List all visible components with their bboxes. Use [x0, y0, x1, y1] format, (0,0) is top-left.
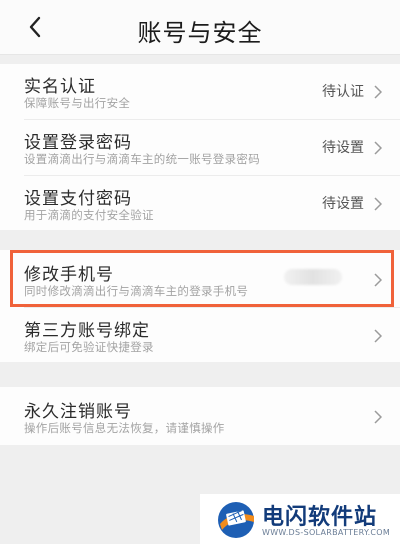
- highlight-box: [10, 250, 394, 307]
- row-payment-password[interactable]: 设置支付密码 用于滴滴的支付安全验证 待设置: [0, 176, 400, 232]
- row-subtitle: 绑定后可免验证快捷登录: [24, 340, 154, 354]
- row-real-name-auth[interactable]: 实名认证 保障账号与出行安全 待认证: [0, 64, 400, 120]
- row-status: 待认证: [322, 84, 364, 100]
- row-status: 待设置: [322, 140, 364, 156]
- verification-group: 实名认证 保障账号与出行安全 待认证 设置登录密码 设置滴滴出行与滴滴车主的统一…: [0, 64, 400, 230]
- row-status: 待设置: [322, 196, 364, 212]
- row-subtitle: 操作后账号信息无法恢复，请谨慎操作: [24, 421, 225, 435]
- row-title: 设置支付密码: [24, 189, 132, 209]
- chevron-right-icon: [374, 141, 382, 155]
- row-title: 实名认证: [24, 77, 96, 97]
- chevron-right-icon: [374, 410, 382, 424]
- watermark-url: WWW.DS-SOLARBATTERY.COM: [262, 528, 391, 537]
- nav-header: 账号与安全: [0, 0, 400, 55]
- row-login-password[interactable]: 设置登录密码 设置滴滴出行与滴滴车主的统一账号登录密码 待设置: [0, 120, 400, 176]
- watermark: 电闪软件站 WWW.DS-SOLARBATTERY.COM: [200, 494, 400, 544]
- chevron-right-icon: [374, 329, 382, 343]
- row-title: 永久注销账号: [24, 402, 132, 422]
- row-subtitle: 设置滴滴出行与滴滴车主的统一账号登录密码: [24, 152, 260, 166]
- row-third-party-binding[interactable]: 第三方账号绑定 绑定后可免验证快捷登录: [0, 308, 400, 364]
- solar-logo-icon: [218, 502, 254, 538]
- chevron-right-icon: [374, 197, 382, 211]
- row-title: 设置登录密码: [24, 133, 132, 153]
- account-deletion-group: 永久注销账号 操作后账号信息无法恢复，请谨慎操作: [0, 387, 400, 445]
- watermark-name: 电闪软件站: [262, 505, 378, 530]
- row-subtitle: 保障账号与出行安全: [24, 96, 131, 110]
- row-delete-account[interactable]: 永久注销账号 操作后账号信息无法恢复，请谨慎操作: [0, 389, 400, 445]
- chevron-right-icon: [374, 85, 382, 99]
- row-subtitle: 用于滴滴的支付安全验证: [24, 208, 154, 222]
- page-title: 账号与安全: [137, 19, 263, 47]
- row-title: 第三方账号绑定: [24, 321, 150, 341]
